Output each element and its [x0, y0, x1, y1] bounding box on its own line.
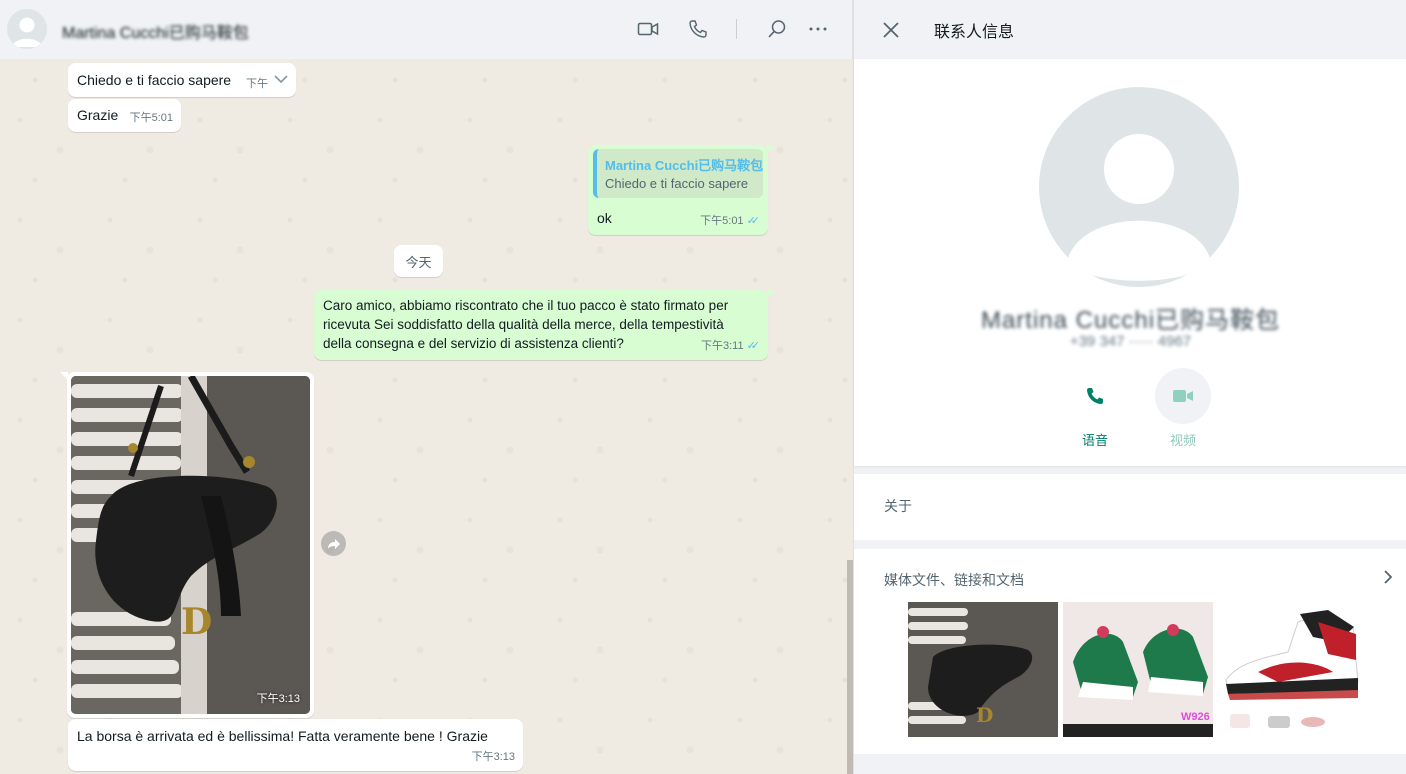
voice-call-icon[interactable]: [686, 17, 710, 41]
voice-call-button[interactable]: 语音: [1067, 368, 1123, 449]
about-section: 关于: [854, 474, 1406, 540]
message-bubble-incoming[interactable]: Chiedo e ti faccio sapere 下午: [68, 63, 296, 97]
close-icon[interactable]: [880, 19, 902, 41]
message-bubble-outgoing[interactable]: Caro amico, abbiamo riscontrato che il t…: [314, 290, 775, 360]
media-thumbnail[interactable]: W926: [1063, 602, 1213, 737]
contact-phone: +39 347 ····· 4967: [1069, 333, 1192, 350]
contact-profile-card: Martina Cucchi已购马鞍包 +39 347 ····· 4967 语…: [854, 59, 1406, 466]
header-divider: [736, 19, 737, 39]
bubble-tail: [767, 145, 775, 153]
image-message[interactable]: D 下午3:13: [60, 372, 314, 718]
chat-header[interactable]: Martina Cucchi已购马鞍包: [0, 0, 853, 59]
message-text: La borsa è arrivata ed è bellissima! Fat…: [77, 728, 488, 744]
menu-icon[interactable]: [806, 17, 830, 41]
media-label: 媒体文件、链接和文档: [884, 572, 1024, 588]
contact-name: Martina Cucchi已购马鞍包: [980, 307, 1281, 334]
avatar[interactable]: [7, 9, 47, 49]
chevron-right-icon[interactable]: [1383, 569, 1393, 590]
message-text-line: della consegna e del servizio di assiste…: [323, 336, 624, 351]
quote-author: Martina Cucchi已购马鞍包: [605, 158, 763, 173]
video-call-icon[interactable]: [636, 17, 660, 41]
video-label: 视频: [1169, 433, 1196, 448]
svg-text:D: D: [976, 703, 993, 727]
message-text-line: ricevuta Sei soddisfatto della qualità d…: [323, 317, 724, 332]
quoted-message[interactable]: Martina Cucchi已购马鞍包 Chiedo e ti faccio s…: [593, 149, 763, 198]
about-label: 关于: [884, 498, 912, 514]
message-timestamp: 下午3:13: [471, 751, 515, 763]
video-call-button[interactable]: 视频: [1155, 368, 1211, 449]
phone-icon: [1067, 368, 1123, 424]
search-icon[interactable]: [765, 17, 789, 41]
media-thumbnail[interactable]: D: [908, 602, 1058, 737]
message-text-line: Caro amico, abbiamo riscontrato che il t…: [323, 298, 729, 313]
thumbnail-caption: W926: [1181, 711, 1210, 723]
timestamp-text: 下午3:11: [700, 340, 744, 352]
contact-info-header: 联系人信息: [854, 0, 1406, 59]
chat-pane: Martina Cucchi已购马鞍包 Chiedo e ti faccio s…: [0, 0, 853, 774]
media-thumbnail[interactable]: [1218, 602, 1368, 737]
message-bubble-incoming[interactable]: Grazie 下午5:01: [68, 99, 181, 132]
forward-icon[interactable]: [321, 531, 346, 556]
media-section[interactable]: 媒体文件、链接和文档 D W926: [854, 549, 1406, 754]
contact-info-title: 联系人信息: [934, 24, 1015, 41]
quote-text: Chiedo e ti faccio sapere: [605, 176, 749, 191]
bubble-tail: [767, 290, 775, 298]
message-timestamp: 下午: [246, 78, 268, 90]
message-timestamp: 下午5:01 ✓✓: [700, 212, 760, 231]
message-bubble-incoming[interactable]: La borsa è arrivata ed è bellissima! Fat…: [68, 719, 523, 771]
read-ticks-icon: ✓✓: [746, 340, 761, 352]
profile-avatar[interactable]: [1039, 87, 1239, 287]
message-timestamp: 下午3:11 ✓✓: [701, 337, 760, 356]
day-divider: 今天: [394, 245, 443, 277]
voice-label: 语音: [1081, 433, 1108, 448]
video-icon: [1155, 368, 1211, 424]
message-text: Chiedo e ti faccio sapere: [77, 72, 232, 88]
contact-info-pane: 联系人信息 Martina Cucchi已购马鞍包 +39 347 ····· …: [853, 0, 1406, 774]
message-timestamp: 下午3:13: [256, 693, 300, 705]
read-ticks-icon: ✓✓: [746, 215, 761, 227]
svg-text:D: D: [181, 601, 212, 643]
message-text: ok: [597, 210, 612, 226]
message-text: Grazie: [77, 107, 119, 123]
timestamp-text: 下午5:01: [700, 215, 744, 227]
bubble-tail: [60, 372, 68, 380]
chat-contact-name[interactable]: Martina Cucchi已购马鞍包: [62, 19, 249, 43]
message-timestamp: 下午5:01: [129, 112, 173, 124]
chevron-down-icon[interactable]: [274, 71, 288, 90]
saddle-bag-photo[interactable]: D 下午3:13: [71, 376, 310, 714]
